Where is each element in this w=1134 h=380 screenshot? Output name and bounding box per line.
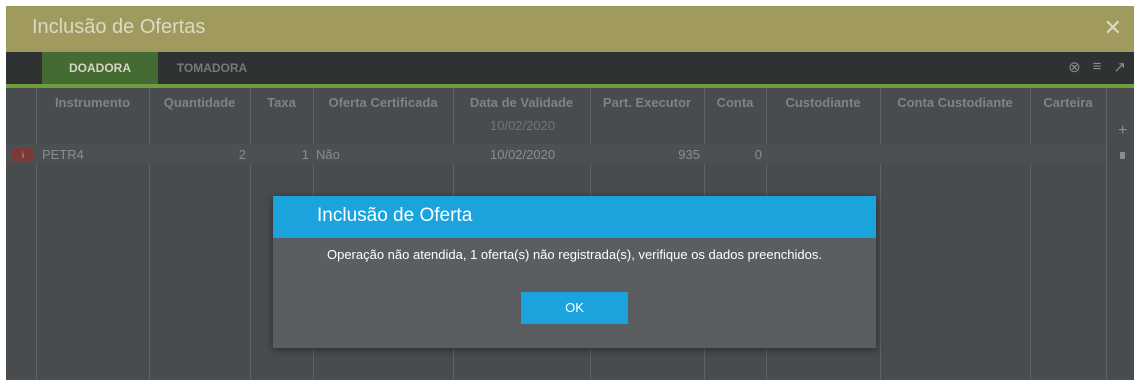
cell-conta[interactable]: 0 (704, 147, 762, 162)
cell-instrumento[interactable]: PETR4 (42, 147, 84, 162)
tab-tomadora[interactable]: TOMADORA (162, 52, 262, 84)
info-badge[interactable]: i (12, 148, 34, 162)
expand-icon[interactable]: ↗ (1113, 58, 1126, 76)
window-title: Inclusão de Ofertas (32, 16, 206, 38)
title-bar: Inclusão de Ofertas ✕ (6, 6, 1134, 52)
column-header-carteira[interactable]: Carteira (1030, 95, 1106, 110)
cell-part-executor[interactable]: 935 (590, 147, 700, 162)
column-header-oferta-certificada[interactable]: Oferta Certificada (313, 95, 453, 110)
column-header-instrumento[interactable]: Instrumento (36, 95, 149, 110)
column-header-part-executor[interactable]: Part. Executor (590, 95, 704, 110)
column-divider (250, 88, 251, 380)
column-divider (36, 88, 37, 380)
dialog-title: Inclusão de Oferta (317, 205, 473, 226)
tab-doadora[interactable]: DOADORA (42, 52, 158, 84)
remove-row-icon[interactable] (1120, 152, 1125, 159)
cell-oferta-certificada[interactable]: Não (316, 147, 340, 162)
error-dialog: Inclusão de Oferta Operação não atendida… (273, 196, 876, 348)
default-validity-date[interactable]: 10/02/2020 (490, 118, 555, 133)
clear-filter-icon[interactable]: ⊗ (1068, 58, 1081, 76)
cell-data-validade[interactable]: 10/02/2020 (490, 147, 555, 162)
close-icon[interactable]: ✕ (1104, 15, 1122, 41)
add-row-icon[interactable]: + (1118, 122, 1127, 140)
filter-icon[interactable]: ≡ (1093, 58, 1102, 76)
column-divider (1106, 88, 1107, 380)
column-divider (1030, 88, 1031, 380)
cell-taxa[interactable]: 1 (250, 147, 309, 162)
ok-button[interactable]: OK (521, 292, 628, 324)
column-divider (880, 88, 881, 380)
cell-quantidade[interactable]: 2 (149, 147, 246, 162)
column-header-custodiante[interactable]: Custodiante (766, 95, 880, 110)
dialog-header: Inclusão de Oferta (273, 196, 876, 238)
column-header-conta[interactable]: Conta (704, 95, 766, 110)
grid-toolbar: ⊗ ≡ ↗ (1068, 58, 1126, 76)
column-header-data-validade[interactable]: Data de Validade (453, 95, 590, 110)
column-header-quantidade[interactable]: Quantidade (149, 95, 250, 110)
column-divider (149, 88, 150, 380)
column-header-taxa[interactable]: Taxa (250, 95, 313, 110)
tab-bar: DOADORA TOMADORA ⊗ ≡ ↗ (6, 52, 1134, 88)
dialog-message: Operação não atendida, 1 oferta(s) não r… (326, 247, 822, 262)
column-header-conta-custodiante[interactable]: Conta Custodiante (880, 95, 1030, 110)
